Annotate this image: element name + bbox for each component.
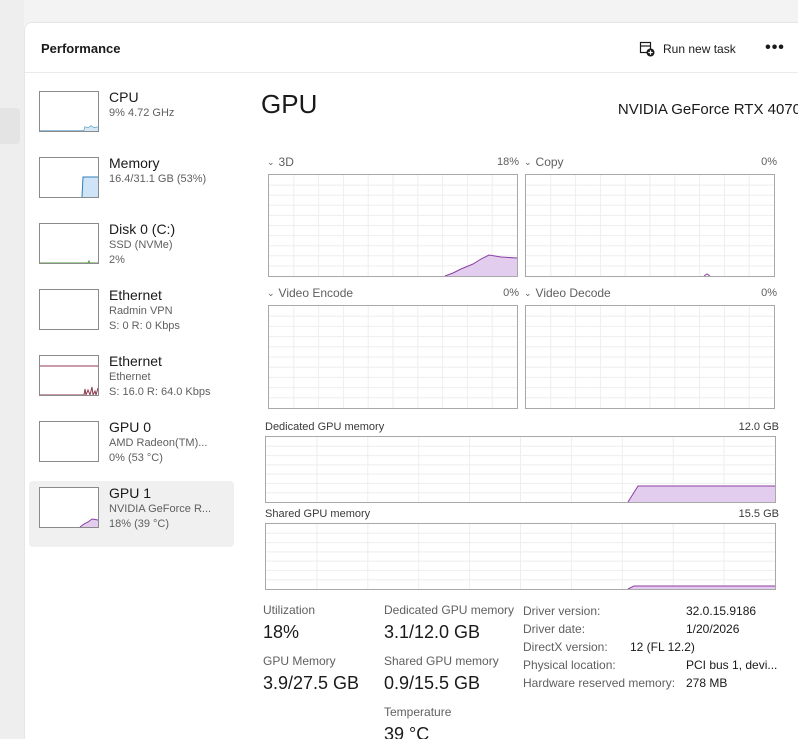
- device-item-disk[interactable]: Disk 0 (C:) SSD (NVMe) 2%: [29, 217, 234, 283]
- engine-percent: 0%: [761, 287, 777, 299]
- engine-3d-graph: [268, 174, 518, 277]
- engine-video-decode-graph: [525, 305, 775, 409]
- engine-copy-graph: [525, 174, 775, 277]
- gpu-memory-value: 3.9/27.5 GB: [263, 673, 360, 693]
- dedicated-memory-capacity: 12.0 GB: [738, 421, 779, 433]
- chevron-down-icon: ⌄: [524, 156, 532, 167]
- info-value: 1/20/2026: [686, 622, 740, 636]
- shared-memory-stat-label: Shared GPU memory: [384, 654, 499, 668]
- device-name: Ethernet: [109, 287, 162, 303]
- engine-3d-selector[interactable]: ⌄ 3D: [267, 155, 294, 169]
- dedicated-memory-stat-value: 3.1/12.0 GB: [384, 622, 481, 642]
- engine-video-decode-selector[interactable]: ⌄ Video Decode: [524, 286, 611, 300]
- engine-label: Video Decode: [535, 286, 611, 300]
- device-detail: 9% 4.72 GHz: [109, 107, 175, 119]
- gpu0-thumbnail: [39, 421, 99, 462]
- graph-grid: [526, 175, 774, 276]
- gpu-model-name: NVIDIA GeForce RTX 4070: [617, 101, 798, 118]
- device-name: Memory: [109, 155, 160, 171]
- device-name: CPU: [109, 89, 139, 105]
- graph-grid: [269, 306, 517, 408]
- info-key: DirectX version:: [523, 640, 608, 654]
- run-task-icon: [639, 41, 655, 57]
- info-key: Hardware reserved memory:: [523, 676, 676, 690]
- utilization-label: Utilization: [263, 603, 316, 617]
- gpu-heading: GPU: [261, 89, 318, 119]
- info-value: 32.0.15.9186: [686, 604, 757, 618]
- engine-percent: 0%: [761, 156, 777, 168]
- shared-memory-stat-value: 0.9/15.5 GB: [384, 673, 481, 693]
- device-detail-2: 2%: [109, 254, 125, 266]
- disk-thumbnail: [39, 223, 99, 264]
- device-detail-2: S: 16.0 R: 64.0 Kbps: [109, 386, 211, 398]
- engine-label: Copy: [535, 155, 564, 169]
- dedicated-memory-stat-label: Dedicated GPU memory: [384, 603, 515, 617]
- device-item-gpu-1[interactable]: GPU 1 NVIDIA GeForce R... 18% (39 °C): [29, 481, 234, 547]
- cpu-thumbnail: [39, 91, 99, 132]
- device-item-gpu-0[interactable]: GPU 0 AMD Radeon(TM)... 0% (53 °C): [29, 415, 234, 481]
- device-item-memory[interactable]: Memory 16.4/31.1 GB (53%): [29, 151, 234, 217]
- memory-thumbnail: [39, 157, 99, 198]
- chevron-down-icon: ⌄: [524, 287, 532, 298]
- device-detail: SSD (NVMe): [109, 239, 173, 251]
- shared-memory-graph: [265, 523, 776, 590]
- device-list: CPU 9% 4.72 GHz Memory 16.4/31.1 GB (53%…: [29, 85, 234, 547]
- chevron-down-icon: ⌄: [267, 156, 275, 167]
- device-item-cpu[interactable]: CPU 9% 4.72 GHz: [29, 85, 234, 151]
- page-title: Performance: [41, 41, 121, 56]
- info-value: PCI bus 1, devi...: [686, 658, 778, 672]
- gpu1-thumbnail: [39, 487, 99, 528]
- utilization-value: 18%: [263, 622, 300, 642]
- ethernet-thumbnail: [39, 289, 99, 330]
- device-detail: NVIDIA GeForce R...: [109, 503, 212, 515]
- device-detail-2: 18% (39 °C): [109, 518, 170, 530]
- device-name: GPU 1: [109, 485, 152, 501]
- engine-label: Video Encode: [278, 286, 354, 300]
- device-item-ethernet-radmin[interactable]: Ethernet Radmin VPN S: 0 R: 0 Kbps: [29, 283, 234, 349]
- device-detail: Ethernet: [109, 371, 151, 383]
- engine-percent: 0%: [503, 287, 519, 299]
- device-detail: AMD Radeon(TM)...: [109, 437, 208, 449]
- performance-panel: Performance Run new task ••• CPU 9% 4.72…: [24, 22, 798, 739]
- shared-memory-label: Shared GPU memory: [265, 508, 371, 520]
- device-detail: Radmin VPN: [109, 305, 173, 317]
- gpu-memory-label: GPU Memory: [263, 654, 336, 668]
- info-key: Driver date:: [523, 622, 586, 636]
- engine-copy-selector[interactable]: ⌄ Copy: [524, 155, 564, 169]
- temperature-value: 39 °C: [384, 724, 430, 739]
- device-name: Disk 0 (C:): [109, 221, 176, 237]
- info-value: 278 MB: [686, 676, 728, 690]
- dedicated-memory-label: Dedicated GPU memory: [265, 421, 385, 433]
- chevron-down-icon: ⌄: [267, 287, 275, 298]
- info-value: 12 (FL 12.2): [630, 640, 695, 654]
- device-detail: 16.4/31.1 GB (53%): [109, 173, 207, 185]
- info-key: Driver version:: [523, 604, 601, 618]
- graph-grid: [266, 524, 775, 589]
- nav-selected-indicator[interactable]: [0, 108, 20, 144]
- device-detail-2: 0% (53 °C): [109, 452, 163, 464]
- engine-label: 3D: [278, 155, 294, 169]
- panel-header: Performance Run new task •••: [25, 23, 798, 73]
- run-new-task-label: Run new task: [663, 42, 736, 56]
- more-options-icon[interactable]: •••: [763, 37, 787, 59]
- ethernet-thumbnail: [39, 355, 99, 396]
- dedicated-memory-graph: [265, 436, 776, 503]
- device-name: Ethernet: [109, 353, 162, 369]
- shared-memory-capacity: 15.5 GB: [738, 508, 779, 520]
- graph-grid: [526, 306, 774, 408]
- info-key: Physical location:: [523, 658, 616, 672]
- device-detail-2: S: 0 R: 0 Kbps: [109, 320, 180, 332]
- run-new-task-button[interactable]: Run new task: [639, 39, 736, 59]
- engine-percent: 18%: [496, 156, 519, 168]
- device-name: GPU 0: [109, 419, 152, 435]
- device-item-ethernet[interactable]: Ethernet Ethernet S: 16.0 R: 64.0 Kbps: [29, 349, 234, 415]
- temperature-label: Temperature: [384, 705, 452, 719]
- engine-video-encode-graph: [268, 305, 518, 409]
- nav-strip: [0, 0, 24, 739]
- engine-video-encode-selector[interactable]: ⌄ Video Encode: [267, 286, 353, 300]
